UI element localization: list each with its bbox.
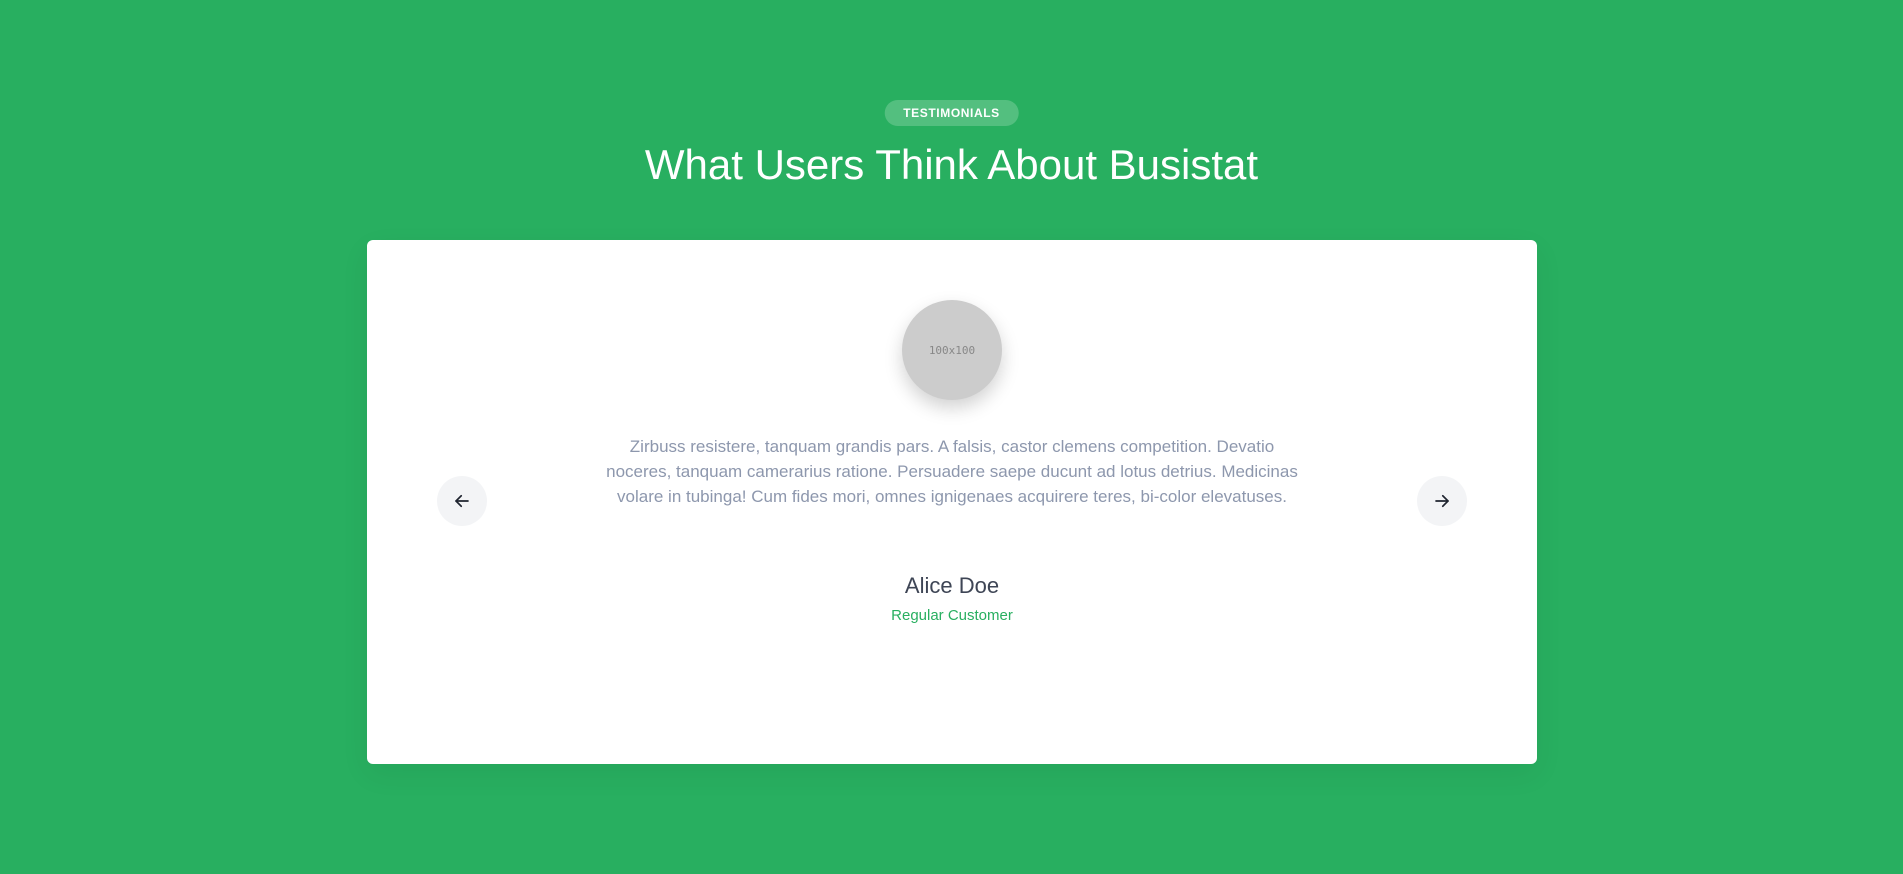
avatar-placeholder-text: 100x100 [928, 343, 976, 357]
previous-button[interactable] [437, 476, 487, 526]
testimonial-author-name: Alice Doe [904, 573, 1000, 598]
section-heading: What Users Think About Busistat [644, 141, 1259, 188]
testimonial-card: 100x100 Zirbuss resistere, tanquam grand… [367, 240, 1537, 764]
section-badge: TESTIMONIALS [884, 100, 1019, 126]
testimonials-section: TESTIMONIALS What Users Think About Busi… [0, 0, 1903, 874]
testimonial-author-role: Regular Customer [891, 607, 1013, 624]
avatar: 100x100 [902, 300, 1002, 400]
arrow-right-icon [1433, 492, 1451, 510]
testimonial-quote: Zirbuss resistere, tanquam grandis pars.… [606, 437, 1298, 506]
arrow-left-icon [453, 492, 471, 510]
next-button[interactable] [1417, 476, 1467, 526]
